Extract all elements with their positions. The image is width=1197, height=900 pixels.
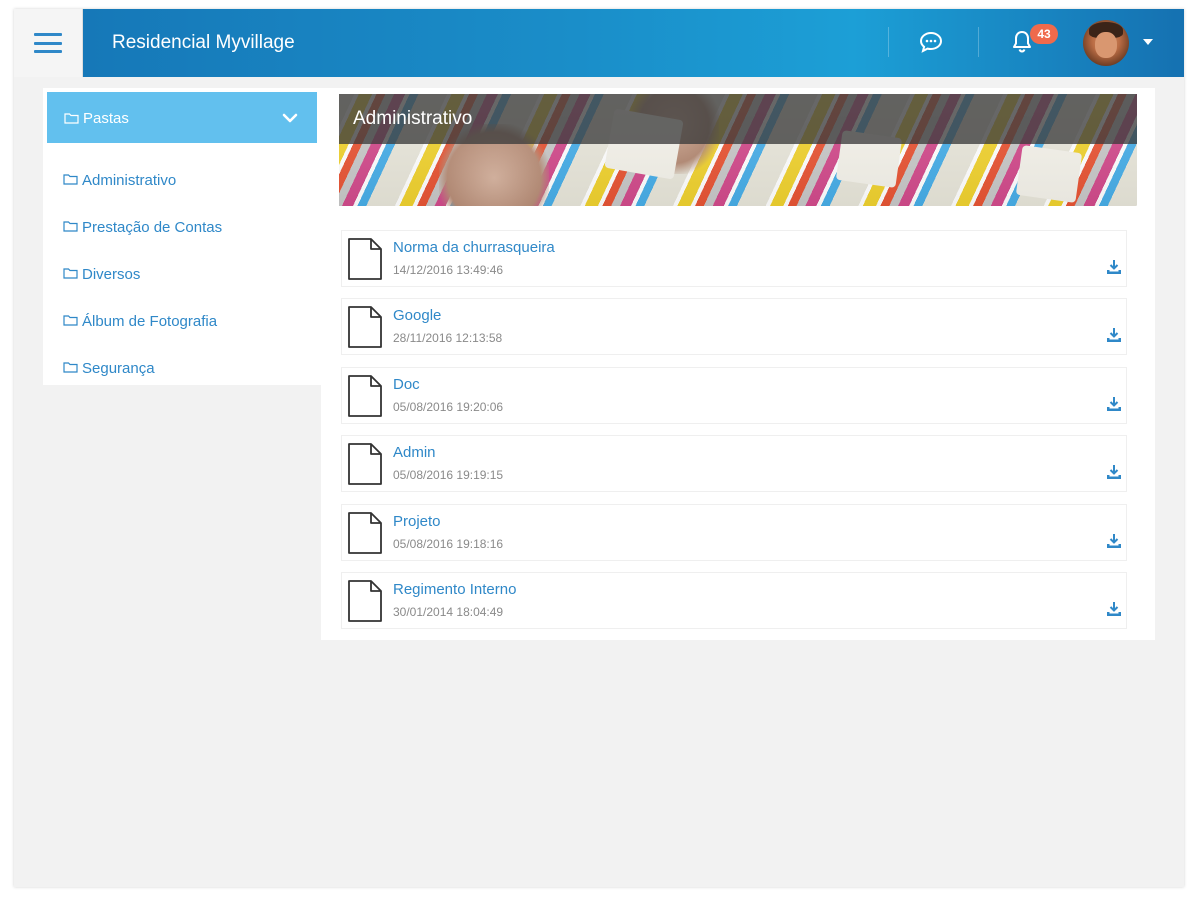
document-icon (348, 580, 382, 622)
folder-icon (63, 268, 78, 279)
folder-icon (63, 174, 78, 185)
document-icon (348, 375, 382, 417)
file-name-link[interactable]: Admin (393, 444, 436, 461)
document-icon (348, 512, 382, 554)
download-icon[interactable] (1106, 533, 1122, 549)
file-date: 05/08/2016 19:20:06 (393, 400, 504, 414)
header-bar: Residencial Myvillage 43 (83, 9, 1184, 77)
user-menu-caret-icon[interactable] (1143, 39, 1153, 45)
folder-banner-image: Administrativo (339, 94, 1137, 206)
sidebar-item-label: Administrativo (82, 171, 177, 189)
document-icon (348, 306, 382, 348)
folder-title: Administrativo (353, 108, 473, 129)
folder-icon (64, 113, 79, 124)
app-window: Residencial Myvillage 43 Pastas Administ… (14, 9, 1184, 887)
hamburger-menu-button[interactable] (14, 9, 83, 77)
folders-sidebar: Pastas Administrativo Prestação de Conta… (43, 88, 321, 385)
header-divider (978, 27, 979, 57)
folder-icon (63, 315, 78, 326)
folders-header-label: Pastas (83, 110, 129, 127)
chat-icon[interactable] (919, 31, 943, 53)
sidebar-item-label: Álbum de Fotografia (82, 312, 218, 330)
file-date: 05/08/2016 19:19:15 (393, 468, 504, 482)
file-row: Regimento Interno 30/01/2014 18:04:49 (341, 572, 1127, 629)
folders-header-toggle[interactable]: Pastas (47, 92, 317, 143)
top-bar: Residencial Myvillage 43 (14, 9, 1184, 77)
file-date: 28/11/2016 12:13:58 (393, 331, 503, 345)
sidebar-item-seguranca[interactable]: Segurança (63, 356, 155, 380)
download-icon[interactable] (1106, 601, 1122, 617)
folder-icon (63, 221, 78, 232)
sidebar-item-album-de-fotografia[interactable]: Álbum de Fotografia (63, 309, 217, 333)
document-icon (348, 238, 382, 280)
folder-title-strip: Administrativo (339, 94, 1137, 144)
sidebar-item-label: Prestação de Contas (82, 218, 223, 236)
file-date: 14/12/2016 13:49:46 (393, 263, 504, 277)
file-name-link[interactable]: Google (393, 307, 441, 324)
sidebar-item-label: Diversos (82, 265, 141, 283)
download-icon[interactable] (1106, 396, 1122, 412)
file-date: 30/01/2014 18:04:49 (393, 605, 504, 619)
sidebar-item-diversos[interactable]: Diversos (63, 262, 140, 286)
file-row: Projeto 05/08/2016 19:18:16 (341, 504, 1127, 561)
file-name-link[interactable]: Projeto (393, 513, 441, 530)
folder-content-panel: Administrativo Norma da churrasqueira 14… (321, 88, 1155, 640)
download-icon[interactable] (1106, 259, 1122, 275)
file-row: Google 28/11/2016 12:13:58 (341, 298, 1127, 355)
file-name-link[interactable]: Norma da churrasqueira (393, 239, 555, 256)
folder-icon (63, 362, 78, 373)
sidebar-item-prestacao-de-contas[interactable]: Prestação de Contas (63, 215, 222, 239)
sidebar-item-administrativo[interactable]: Administrativo (63, 168, 176, 192)
user-avatar[interactable] (1083, 20, 1129, 66)
chevron-down-icon (282, 113, 298, 123)
download-icon[interactable] (1106, 464, 1122, 480)
hamburger-icon (34, 33, 62, 53)
header-divider (888, 27, 889, 57)
app-title: Residencial Myvillage (112, 32, 295, 53)
sidebar-item-label: Segurança (82, 359, 155, 377)
file-date: 05/08/2016 19:18:16 (393, 537, 504, 551)
file-name-link[interactable]: Doc (393, 376, 420, 393)
download-icon[interactable] (1106, 327, 1122, 343)
file-row: Norma da churrasqueira 14/12/2016 13:49:… (341, 230, 1127, 287)
file-name-link[interactable]: Regimento Interno (393, 581, 516, 598)
file-row: Admin 05/08/2016 19:19:15 (341, 435, 1127, 492)
document-icon (348, 443, 382, 485)
file-row: Doc 05/08/2016 19:20:06 (341, 367, 1127, 424)
notification-badge: 43 (1030, 24, 1058, 44)
